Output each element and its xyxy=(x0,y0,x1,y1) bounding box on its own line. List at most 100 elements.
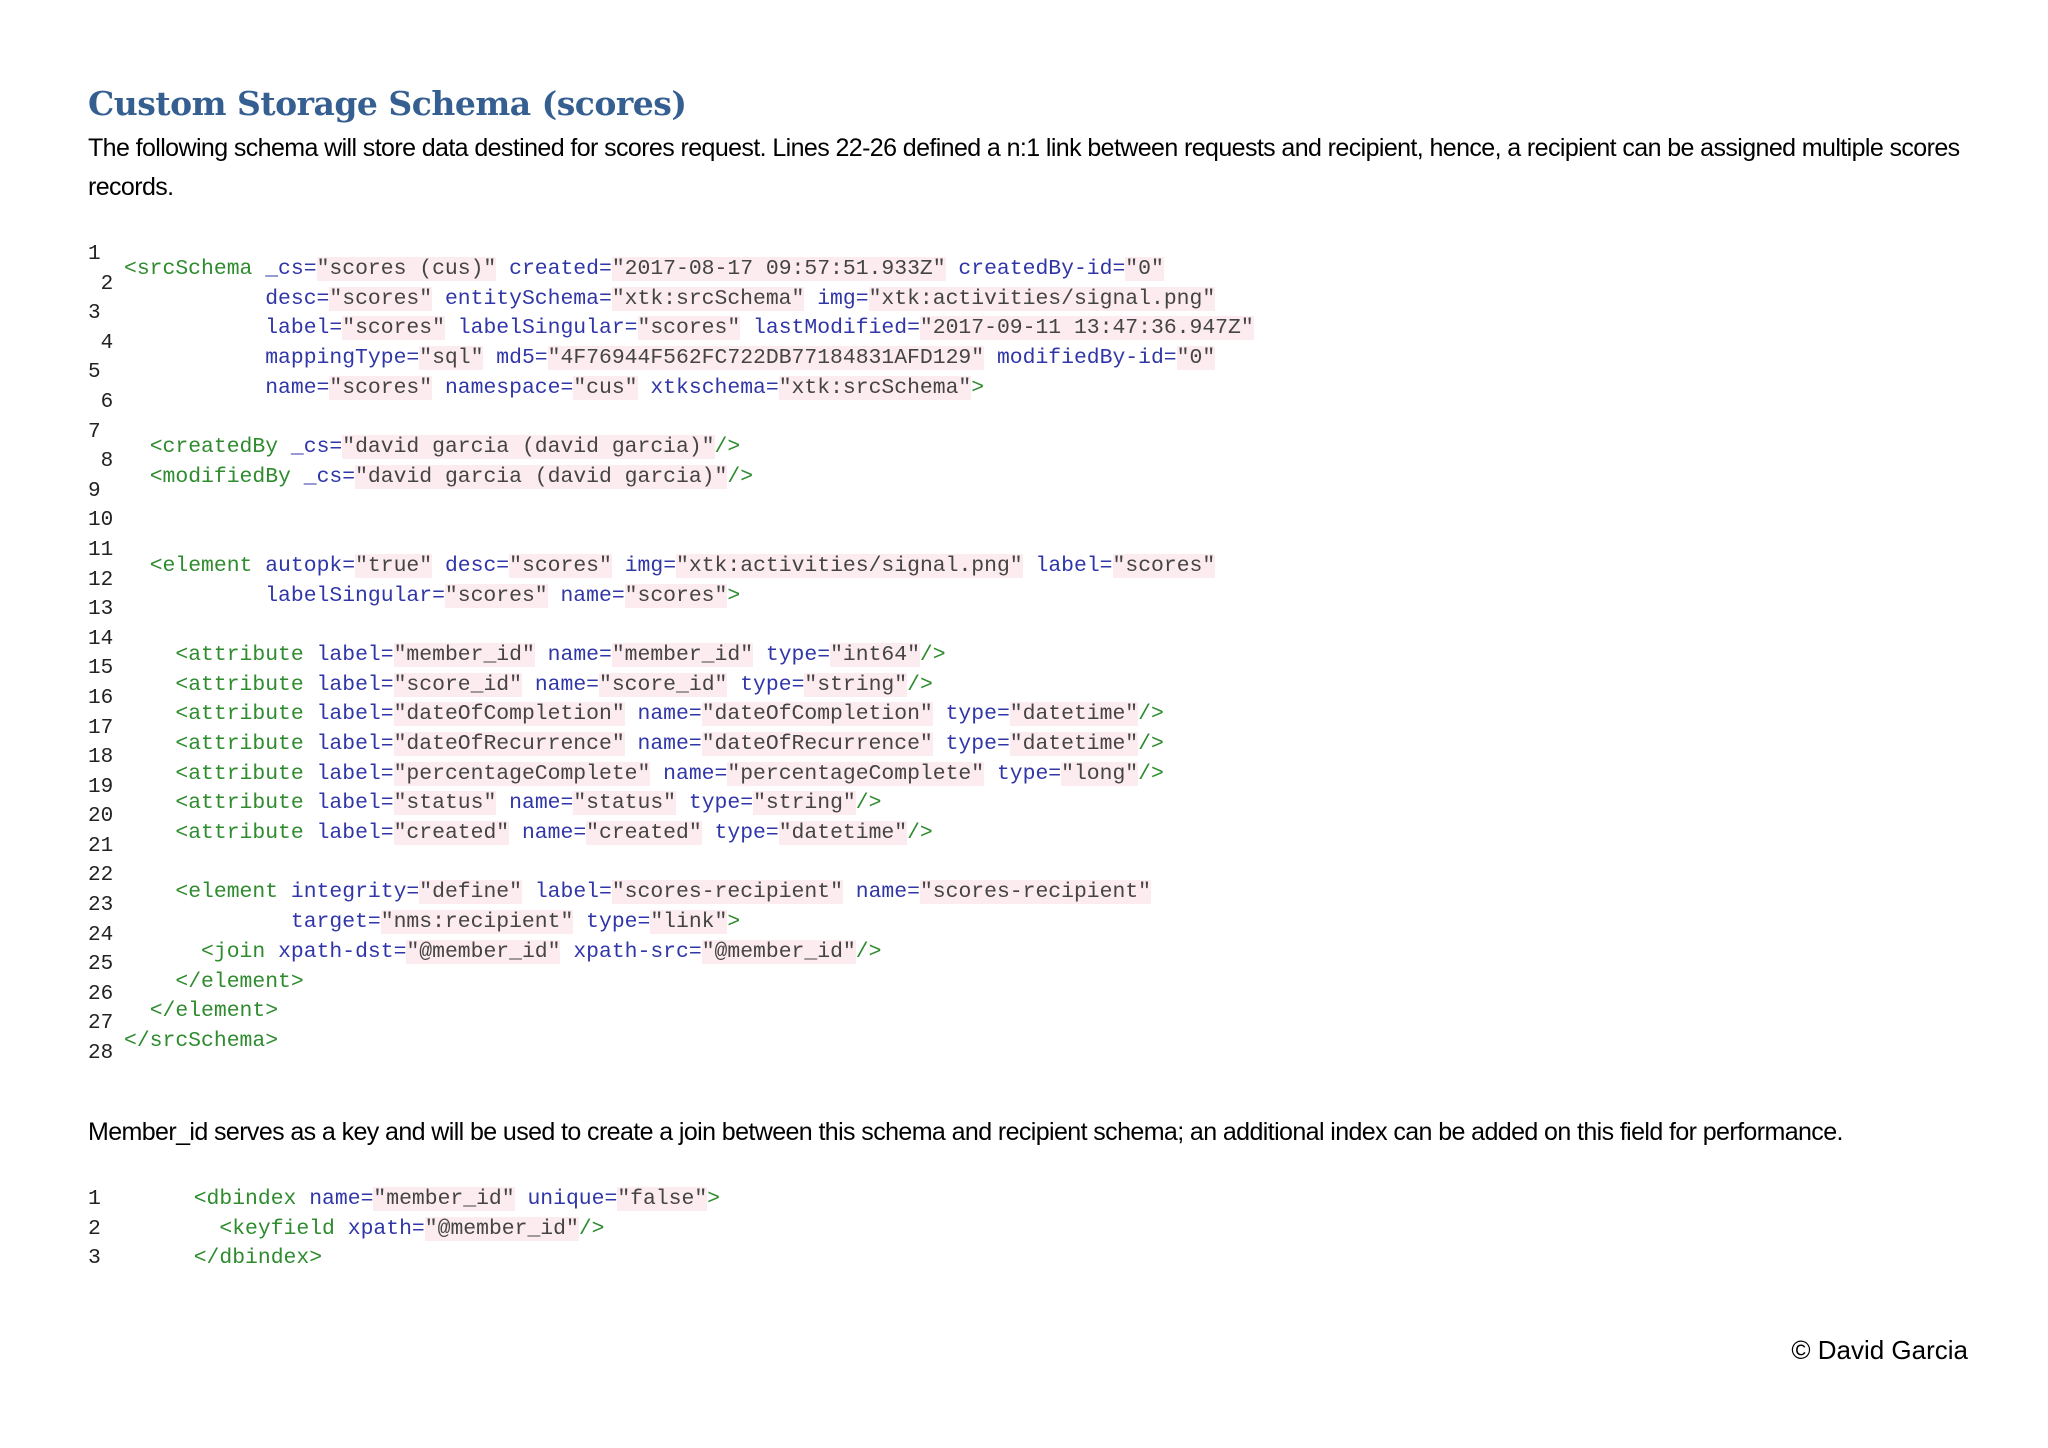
code-tag: <attribute xyxy=(175,791,317,816)
code-tag: <attribute xyxy=(175,672,317,697)
code-tag: > xyxy=(727,583,741,608)
code-attribute: label= xyxy=(1035,553,1113,578)
code-line: <srcSchema _cs="scores (cus)" created="2… xyxy=(124,255,1254,285)
code-value: "scores" xyxy=(637,316,741,341)
code-line: </element> xyxy=(124,968,1254,998)
code-attribute: _cs= xyxy=(290,435,343,460)
code-line: <attribute label="percentageComplete" na… xyxy=(124,760,1254,790)
code-tag: /> xyxy=(727,464,754,489)
line-number: 8 xyxy=(88,450,114,474)
code-value: "datetime" xyxy=(1009,732,1139,756)
line-number: 7 xyxy=(88,420,101,444)
code-tag: <attribute xyxy=(175,642,317,667)
code-tag: <join xyxy=(201,939,279,964)
code-line: <attribute label="created" name="created… xyxy=(124,819,1254,849)
line-number: 4 xyxy=(88,331,114,355)
code-tag: <dbindex xyxy=(193,1187,310,1211)
code-line: 3 </dbindex> xyxy=(88,1244,720,1274)
code-tag: > xyxy=(971,375,985,400)
member-id-note: Member_id serves as a key and will be us… xyxy=(88,1118,1843,1146)
code-value: "string" xyxy=(804,672,908,697)
code-attribute: xpath-dst= xyxy=(278,939,407,964)
code-value: "false" xyxy=(617,1187,708,1211)
code-value: "0" xyxy=(1125,257,1164,281)
line-number: 1 xyxy=(88,1187,101,1211)
line-number: 3 xyxy=(88,302,101,326)
code-attribute: created= xyxy=(509,257,612,281)
code-value: "dateOfRecurrence" xyxy=(393,732,625,756)
code-line: <createdBy _cs="david garcia (david garc… xyxy=(124,433,1254,463)
code-attribute: type= xyxy=(945,732,1010,756)
code-value: "xtk:srcSchema" xyxy=(778,375,972,400)
code-tag: <element xyxy=(175,880,291,905)
code-attribute: target= xyxy=(290,910,381,935)
line-number: 24 xyxy=(88,923,114,947)
code-value: "member_id" xyxy=(373,1187,515,1211)
code-attribute: name= xyxy=(309,1187,374,1211)
code-tag: /> xyxy=(1138,702,1164,727)
code-attribute: label= xyxy=(534,880,612,905)
line-number: 12 xyxy=(88,568,114,592)
line-number: 23 xyxy=(88,894,114,918)
code-value: "2017-08-17 09:57:51.933Z" xyxy=(611,257,946,281)
code-tag: > xyxy=(727,910,741,935)
line-number: 21 xyxy=(88,834,114,858)
code-attribute: name= xyxy=(547,642,612,667)
code-value: "sql" xyxy=(419,346,484,371)
code-attribute: namespace= xyxy=(444,375,574,400)
code-content: <dbindex name="member_id" unique="false"… xyxy=(168,1185,720,1215)
code-value: "scores" xyxy=(509,553,612,578)
code-value: "0" xyxy=(1176,346,1216,371)
code-value: "4F76944F562FC722DB77184831AFD129" xyxy=(547,346,985,371)
code-attribute: label= xyxy=(316,821,394,846)
code-attribute: labelSingular= xyxy=(265,583,445,608)
code-attribute: label= xyxy=(316,672,394,697)
code-value: "percentageComplete" xyxy=(727,761,985,786)
code-line: </srcSchema> xyxy=(124,1027,1254,1057)
line-number: 22 xyxy=(88,864,114,888)
code-attribute: createdBy-id= xyxy=(958,257,1126,281)
code-tag: /> xyxy=(578,1216,605,1241)
code-attribute: type= xyxy=(740,672,805,697)
code-attribute: img= xyxy=(624,553,677,578)
line-number: 2 xyxy=(88,272,114,296)
code-line: <element autopk="true" desc="scores" img… xyxy=(124,552,1254,582)
code-value: "long" xyxy=(1061,761,1139,786)
code-value: "nms:recipient" xyxy=(380,910,574,935)
code-tag: <attribute xyxy=(175,702,317,727)
code-attribute: xpath-src= xyxy=(573,939,702,964)
code-attribute: type= xyxy=(945,702,1010,727)
code-attribute: label= xyxy=(316,642,394,667)
code-attribute: modifiedBy-id= xyxy=(996,346,1177,371)
code-attribute: desc= xyxy=(444,553,510,578)
code-tag: /> xyxy=(919,642,946,667)
code-value: "member_id" xyxy=(393,642,535,667)
code-tag: <srcSchema xyxy=(124,257,266,281)
code-line: <modifiedBy _cs="david garcia (david gar… xyxy=(124,463,1254,493)
copyright-footer: © David Garcia xyxy=(1791,1335,1968,1365)
code-value: "true" xyxy=(355,553,433,578)
line-number: 10 xyxy=(88,509,114,533)
code-attribute: name= xyxy=(560,583,625,608)
